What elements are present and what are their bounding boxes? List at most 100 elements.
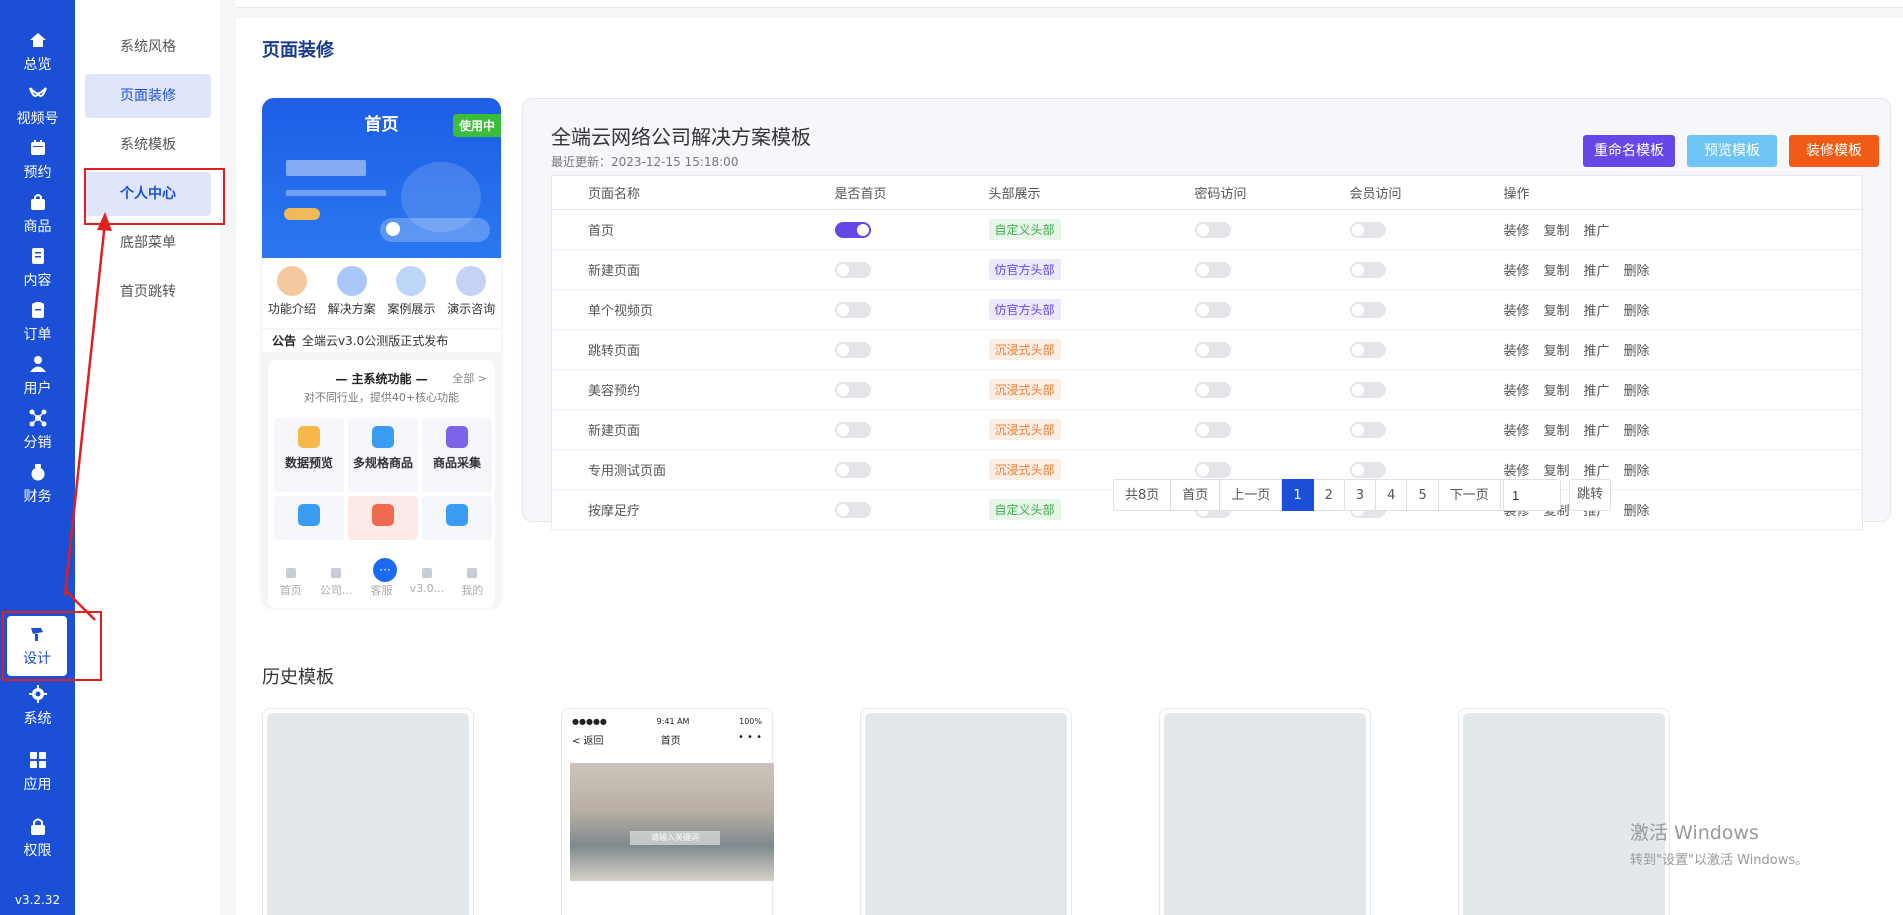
quick-item[interactable]: 功能介绍 [263,266,321,328]
home-toggle[interactable] [834,501,871,518]
copy-link[interactable]: 复制 [1544,464,1570,479]
member-toggle[interactable] [1349,261,1386,278]
home-toggle[interactable] [834,221,871,238]
function-item[interactable] [348,496,418,540]
function-item[interactable]: 多规格商品 [348,418,418,492]
pager-first[interactable]: 首页 [1171,479,1221,511]
decorate-link[interactable]: 装修 [1504,344,1530,359]
member-toggle[interactable] [1349,381,1386,398]
delete-link[interactable]: 删除 [1624,384,1650,399]
submenu-item-page-decoration[interactable]: 页面装修 [85,74,211,118]
promote-link[interactable]: 推广 [1584,224,1610,239]
copy-link[interactable]: 复制 [1544,384,1570,399]
page-name-cell: 新建页面 [551,249,835,290]
decorate-link[interactable]: 装修 [1504,464,1530,479]
pager-page[interactable]: 4 [1376,479,1408,511]
submenu-item-system-style[interactable]: 系统风格 [85,25,211,69]
pager-page[interactable]: 3 [1344,479,1377,511]
home-toggle[interactable] [834,421,871,438]
pager-next[interactable]: 下一页 [1438,479,1501,511]
copy-link[interactable]: 复制 [1544,224,1570,239]
password-toggle[interactable] [1194,261,1231,278]
password-toggle[interactable] [1194,301,1231,318]
delete-link[interactable]: 删除 [1624,424,1650,439]
function-item[interactable] [422,496,492,540]
history-template-card[interactable] [262,708,474,915]
promote-link[interactable]: 推广 [1584,384,1610,399]
decorate-link[interactable]: 装修 [1504,304,1530,319]
decorate-template-button[interactable]: 装修模板 [1789,135,1879,167]
function-item[interactable] [274,496,344,540]
pager-page[interactable]: 2 [1313,479,1345,511]
rail-item-overview[interactable]: 总览 [0,22,75,82]
delete-link[interactable]: 删除 [1624,504,1650,519]
member-toggle[interactable] [1349,221,1386,238]
history-template-card[interactable] [1159,708,1371,915]
member-toggle[interactable] [1349,461,1386,478]
home-toggle[interactable] [834,341,871,358]
preview-template-button[interactable]: 预览模板 [1687,135,1777,167]
rail-item-system[interactable]: 系统 [0,676,75,736]
rail-item-permissions[interactable]: 权限 [0,808,75,868]
home-toggle[interactable] [834,261,871,278]
home-icon [28,30,48,50]
pager-jump-input[interactable] [1503,479,1561,511]
promote-link[interactable]: 推广 [1584,344,1610,359]
pager-prev[interactable]: 上一页 [1220,479,1283,511]
password-toggle[interactable] [1194,221,1231,238]
copy-link[interactable]: 复制 [1544,264,1570,279]
home-toggle[interactable] [834,301,871,318]
history-template-card[interactable] [1458,708,1670,915]
member-toggle[interactable] [1349,341,1386,358]
history-template-card[interactable] [860,708,1072,915]
promote-link[interactable]: 推广 [1584,304,1610,319]
delete-link[interactable]: 删除 [1624,464,1650,479]
history-template-card[interactable]: ●●●●● 9:41 AM 100% < 返回 首页 • • • 请输入关键词 [561,708,774,915]
function-item[interactable]: 数据预览 [274,418,344,492]
copy-link[interactable]: 复制 [1544,304,1570,319]
function-all-link[interactable]: 全部 > [452,370,487,386]
member-toggle[interactable] [1349,421,1386,438]
pager-jump-button[interactable]: 跳转 [1569,479,1611,511]
copy-link[interactable]: 复制 [1544,344,1570,359]
decorate-link[interactable]: 装修 [1504,264,1530,279]
tab-mine[interactable]: 我的 [452,566,492,597]
member-cell [1349,409,1504,450]
chat-icon[interactable]: ··· [373,558,397,582]
quick-item[interactable]: 解决方案 [323,266,381,328]
delete-link[interactable]: 删除 [1624,264,1650,279]
member-toggle[interactable] [1349,301,1386,318]
decorate-link[interactable]: 装修 [1504,424,1530,439]
tab-home[interactable]: 首页 [271,566,311,597]
promote-link[interactable]: 推广 [1584,264,1610,279]
member-cell [1349,329,1504,370]
home-toggle[interactable] [834,381,871,398]
header-cell: 仿官方头部 [988,289,1195,330]
rail-item-booking[interactable]: 预约 [0,130,75,190]
copy-link[interactable]: 复制 [1544,424,1570,439]
function-item[interactable]: 商品采集 [422,418,492,492]
password-toggle[interactable] [1194,421,1231,438]
submenu-item-system-template[interactable]: 系统模板 [85,123,211,167]
rail-item-video[interactable]: 视频号 [0,76,75,136]
quick-item[interactable]: 演示咨询 [442,266,500,328]
decorate-link[interactable]: 装修 [1504,384,1530,399]
chart-icon [298,426,320,448]
rail-item-apps[interactable]: 应用 [0,742,75,802]
password-toggle[interactable] [1194,381,1231,398]
delete-link[interactable]: 删除 [1624,344,1650,359]
pager-page[interactable]: 5 [1407,479,1439,511]
rail-label: 预约 [23,165,52,181]
password-toggle[interactable] [1194,341,1231,358]
promote-link[interactable]: 推广 [1584,424,1610,439]
home-toggle[interactable] [834,461,871,478]
tab-v3[interactable]: v3.0... [407,566,447,596]
tab-company[interactable]: 公司... [316,566,356,597]
decorate-link[interactable]: 装修 [1504,224,1530,239]
pager-page[interactable]: 1 [1282,479,1314,511]
promote-link[interactable]: 推广 [1584,464,1610,479]
rename-template-button[interactable]: 重命名模板 [1583,135,1675,167]
password-toggle[interactable] [1194,461,1231,478]
delete-link[interactable]: 删除 [1624,304,1650,319]
quick-item[interactable]: 案例展示 [382,266,440,328]
